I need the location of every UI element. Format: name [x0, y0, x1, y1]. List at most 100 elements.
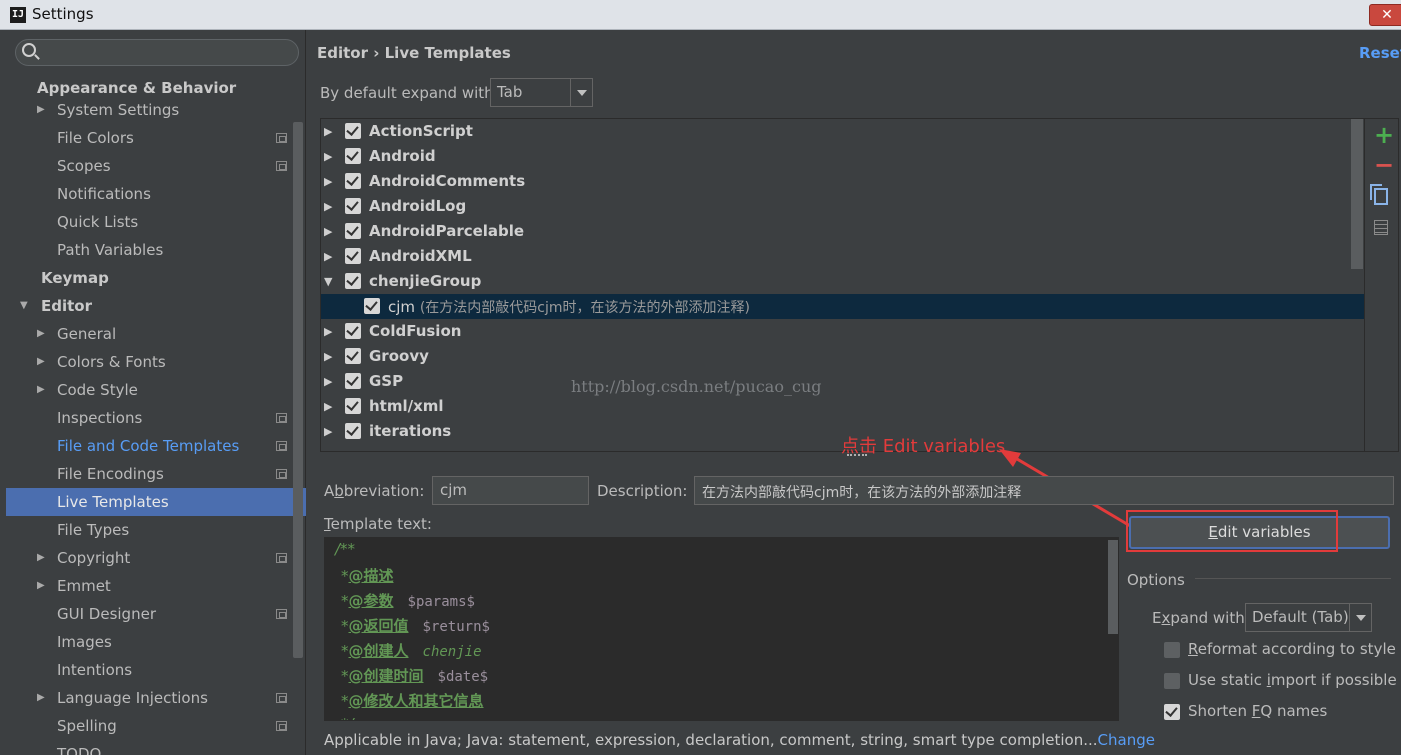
group-checkbox[interactable]	[345, 373, 361, 389]
add-icon[interactable]: +	[1374, 123, 1394, 147]
chevron-right-icon[interactable]: ▶	[37, 376, 45, 404]
sidebar-item[interactable]: Keymap	[6, 264, 306, 292]
group-checkbox[interactable]	[345, 123, 361, 139]
chevron-right-icon[interactable]: ▶	[324, 325, 332, 338]
template-group-icon[interactable]	[1374, 220, 1388, 235]
sidebar-item[interactable]: ▼ Editor	[6, 292, 306, 320]
breadcrumb: Editor › Live Templates	[317, 44, 511, 62]
group-checkbox[interactable]	[345, 323, 361, 339]
group-name: chenjieGroup	[369, 272, 482, 290]
close-button[interactable]: ✕	[1369, 4, 1401, 26]
sidebar-item[interactable]: Spelling	[6, 712, 306, 740]
template-group-row[interactable]: ▶ AndroidXML	[321, 244, 1364, 269]
group-checkbox[interactable]	[345, 148, 361, 164]
group-checkbox[interactable]	[345, 273, 361, 289]
chevron-right-icon[interactable]: ▶	[37, 348, 45, 376]
search-input[interactable]	[15, 39, 299, 66]
chevron-right-icon[interactable]: ▶	[37, 544, 45, 572]
chevron-right-icon[interactable]: ▶	[324, 425, 332, 438]
template-group-row[interactable]: ▶ GSP	[321, 369, 1364, 394]
sidebar-item[interactable]: ▶ Colors & Fonts	[6, 348, 306, 376]
sidebar-item[interactable]: ▶ Emmet	[6, 572, 306, 600]
abbreviation-field[interactable]: cjm	[432, 476, 589, 505]
sidebar-item[interactable]: Path Variables	[6, 236, 306, 264]
sidebar-item[interactable]: Intentions	[6, 656, 306, 684]
sidebar-item[interactable]: File and Code Templates	[6, 432, 306, 460]
sidebar-item[interactable]: Scopes	[6, 152, 306, 180]
change-contexts-link[interactable]: Change	[1098, 731, 1155, 749]
chevron-down-icon[interactable]: ▼	[324, 275, 332, 288]
group-checkbox[interactable]	[345, 348, 361, 364]
sidebar-item[interactable]: TODO	[6, 740, 306, 755]
project-settings-icon	[276, 441, 287, 451]
expand-with-combo[interactable]: Default (Tab)	[1245, 603, 1372, 632]
sidebar-item[interactable]: ▶ Language Injections	[6, 684, 306, 712]
remove-icon[interactable]: −	[1374, 153, 1394, 177]
template-group-row[interactable]: ▼ chenjieGroup	[321, 269, 1364, 294]
chevron-right-icon[interactable]: ▶	[37, 684, 45, 712]
template-text-label: Template text:	[324, 515, 432, 533]
sidebar-item[interactable]: GUI Designer	[6, 600, 306, 628]
sidebar-item[interactable]: Inspections	[6, 404, 306, 432]
expand-with-label: Expand with	[1152, 609, 1245, 627]
group-checkbox[interactable]	[345, 198, 361, 214]
sidebar-item-label: Language Injections	[57, 689, 208, 707]
editor-scrollbar[interactable]	[1108, 540, 1118, 634]
sidebar-item[interactable]: Notifications	[6, 180, 306, 208]
sidebar-item[interactable]: File Colors	[6, 124, 306, 152]
group-checkbox[interactable]	[345, 223, 361, 239]
chevron-right-icon[interactable]: ▶	[324, 150, 332, 163]
template-line: *@返回值 $return$	[341, 617, 490, 635]
chevron-right-icon[interactable]: ▶	[324, 125, 332, 138]
chevron-right-icon[interactable]: ▶	[324, 225, 332, 238]
sidebar-item[interactable]: ▶ System Settings	[6, 96, 306, 124]
description-label: Description:	[597, 482, 688, 500]
chevron-right-icon[interactable]: ▶	[324, 350, 332, 363]
chevron-right-icon[interactable]: ▶	[324, 250, 332, 263]
sidebar-item[interactable]: ▶ General	[6, 320, 306, 348]
chevron-down-icon[interactable]	[570, 79, 592, 106]
chevron-right-icon[interactable]: ▶	[324, 400, 332, 413]
reset-link[interactable]: Reset	[1359, 44, 1401, 62]
chevron-down-icon[interactable]	[1349, 604, 1371, 631]
sidebar-item-label: File Encodings	[57, 465, 164, 483]
template-group-row[interactable]: ▶ AndroidComments	[321, 169, 1364, 194]
sidebar-item[interactable]: Quick Lists	[6, 208, 306, 236]
sidebar-item-label: File Colors	[57, 129, 134, 147]
chevron-right-icon[interactable]: ▶	[324, 175, 332, 188]
template-group-row[interactable]: ▶ Groovy	[321, 344, 1364, 369]
sidebar-item[interactable]: Live Templates	[6, 488, 306, 516]
template-group-row[interactable]: ▶ AndroidParcelable	[321, 219, 1364, 244]
chevron-right-icon[interactable]: ▶	[37, 572, 45, 600]
sidebar-item[interactable]: ▶ Copyright	[6, 544, 306, 572]
sidebar-item-label: File Types	[57, 521, 130, 539]
chevron-right-icon[interactable]: ▶	[37, 96, 45, 124]
template-text-editor[interactable]: /** *@描述 *@参数 $params$ *@返回值 $return$ *@创建人 che…	[324, 537, 1119, 721]
sidebar-item[interactable]: ▶ Code Style	[6, 376, 306, 404]
template-group-row[interactable]: ▶ html/xml	[321, 394, 1364, 419]
sidebar-item[interactable]: Images	[6, 628, 306, 656]
default-expand-combo[interactable]: Tab	[490, 78, 593, 107]
template-row[interactable]: cjm (在方法内部敲代码cjm时，在该方法的外部添加注释)	[321, 294, 1364, 319]
sidebar-scrollbar[interactable]	[293, 122, 303, 658]
template-group-row[interactable]: ▶ ActionScript	[321, 119, 1364, 144]
sidebar-item[interactable]: File Types	[6, 516, 306, 544]
applicable-contexts: Applicable in Java; Java: statement, exp…	[324, 731, 1155, 749]
group-checkbox[interactable]	[345, 248, 361, 264]
template-group-row[interactable]: ▶ Android	[321, 144, 1364, 169]
group-checkbox[interactable]	[345, 423, 361, 439]
copy-icon[interactable]	[1370, 184, 1388, 205]
group-checkbox[interactable]	[345, 173, 361, 189]
template-line: *@修改人和其它信息	[341, 692, 484, 710]
chevron-right-icon[interactable]: ▶	[324, 375, 332, 388]
template-group-row[interactable]: ▶ ColdFusion	[321, 319, 1364, 344]
template-group-row[interactable]: ▶ AndroidLog	[321, 194, 1364, 219]
project-settings-icon	[276, 609, 287, 619]
description-field[interactable]: 在方法内部敲代码cjm时，在该方法的外部添加注释	[694, 476, 1394, 505]
group-checkbox[interactable]	[345, 398, 361, 414]
chevron-right-icon[interactable]: ▶	[37, 320, 45, 348]
sidebar-item[interactable]: File Encodings	[6, 460, 306, 488]
chevron-down-icon[interactable]: ▼	[20, 292, 28, 320]
chevron-right-icon[interactable]: ▶	[324, 200, 332, 213]
template-checkbox[interactable]	[364, 298, 380, 314]
